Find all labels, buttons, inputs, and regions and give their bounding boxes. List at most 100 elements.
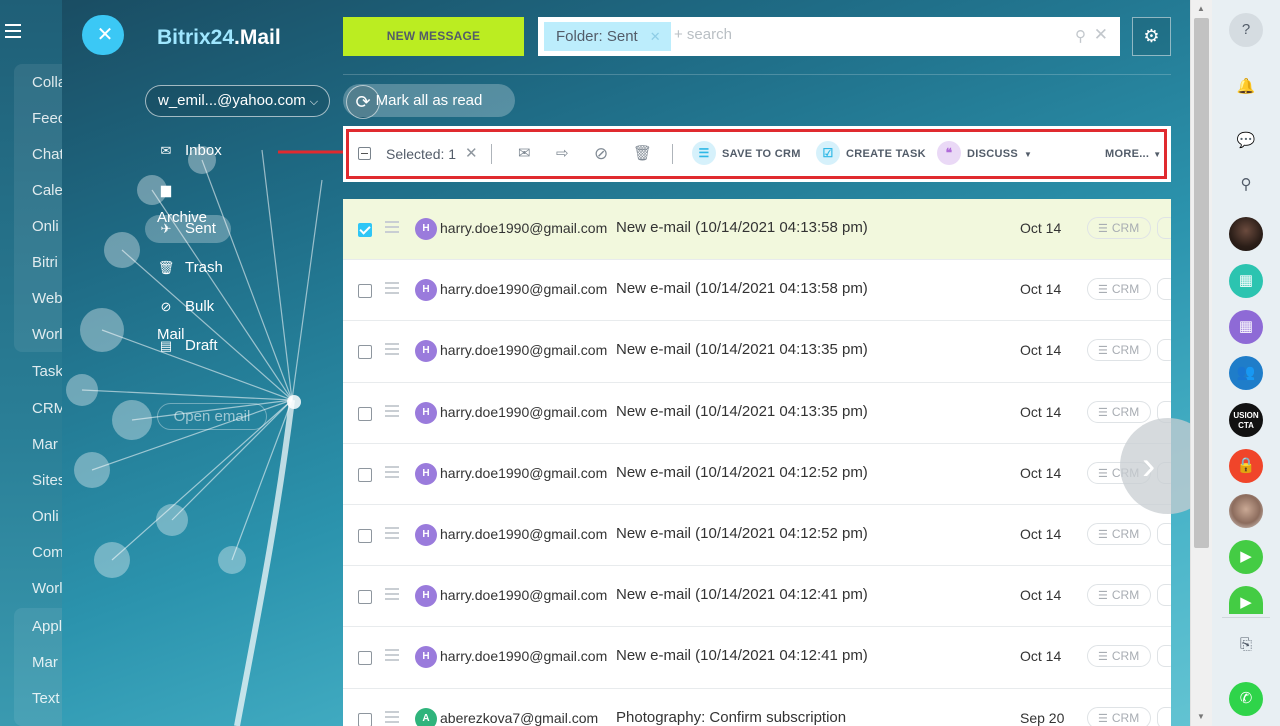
screen-share-button[interactable]: ⎘: [1229, 628, 1263, 662]
row-actions-button[interactable]: [1157, 645, 1171, 668]
folder-sent[interactable]: ✈ Sent: [145, 215, 231, 243]
background-nav-item[interactable]: Colla: [32, 74, 64, 91]
crm-button[interactable]: ☰CRM: [1087, 706, 1151, 726]
fusion-cta-avatar[interactable]: USION CTA: [1229, 403, 1263, 437]
row-actions-button[interactable]: [1157, 522, 1171, 545]
row-checkbox[interactable]: [358, 284, 372, 299]
message-row[interactable]: Hharry.doe1990@gmail.com New e-mail (10/1…: [343, 443, 1171, 505]
row-checkbox[interactable]: [358, 651, 372, 666]
search-input[interactable]: [674, 26, 1034, 43]
phone-button[interactable]: ✆: [1229, 682, 1263, 716]
drag-handle-icon[interactable]: [385, 343, 399, 358]
drag-handle-icon[interactable]: [385, 588, 399, 603]
message-subject[interactable]: New e-mail (10/14/2021 04:12:41 pm): [616, 586, 868, 603]
user-avatar[interactable]: [1229, 217, 1263, 251]
message-row[interactable]: Hharry.doe1990@gmail.com New e-mail (10/1…: [343, 321, 1171, 383]
drag-handle-icon[interactable]: [385, 404, 399, 420]
crm-button[interactable]: ☰CRM: [1087, 645, 1151, 668]
message-row[interactable]: Hharry.doe1990@gmail.com New e-mail (10/1…: [343, 260, 1171, 322]
crm-button[interactable]: ☰CRM: [1087, 217, 1151, 239]
search-button[interactable]: ⚲: [1229, 168, 1263, 202]
open-email-button[interactable]: Open email: [157, 403, 267, 430]
message-subject[interactable]: New e-mail (10/14/2021 04:12:41 pm): [616, 647, 868, 664]
drag-handle-icon[interactable]: [385, 649, 399, 664]
background-nav-item[interactable]: Feed: [32, 110, 64, 127]
messenger-button[interactable]: 💬: [1229, 124, 1263, 158]
background-nav-item[interactable]: Bitri: [32, 254, 58, 271]
row-checkbox[interactable]: [358, 467, 372, 482]
video-call-button[interactable]: ▶: [1229, 540, 1263, 574]
scrollbar[interactable]: ▲ ▼: [1190, 0, 1212, 726]
row-actions-button[interactable]: [1157, 217, 1171, 239]
background-nav-item[interactable]: Onli: [32, 218, 59, 235]
background-nav-item[interactable]: Sites: [32, 472, 64, 489]
help-button[interactable]: ?: [1229, 13, 1263, 47]
row-checkbox[interactable]: [358, 223, 372, 237]
message-subject[interactable]: Photography: Confirm subscription: [616, 709, 846, 726]
crm-button[interactable]: ☰CRM: [1087, 400, 1151, 423]
message-row[interactable]: Hharry.doe1990@gmail.com New e-mail (10/1…: [343, 627, 1171, 689]
mark-all-read-button[interactable]: Mark all as read: [343, 84, 515, 117]
user-avatar[interactable]: [1229, 494, 1263, 528]
folder-archive[interactable]: ▆Archive: [145, 176, 231, 226]
background-nav-item[interactable]: Web: [32, 290, 63, 307]
row-checkbox[interactable]: [358, 590, 372, 605]
background-nav-item[interactable]: Appl: [32, 618, 62, 635]
drag-handle-icon[interactable]: [385, 465, 399, 481]
scroll-up-arrow-icon[interactable]: ▲: [1197, 4, 1205, 13]
crm-button[interactable]: ☰CRM: [1087, 278, 1151, 301]
notifications-button[interactable]: 🔔: [1229, 70, 1263, 104]
drag-handle-icon[interactable]: [385, 526, 399, 542]
row-checkbox[interactable]: [358, 345, 372, 360]
folder-trash[interactable]: 🗑 Trash: [145, 254, 231, 282]
video-call-button[interactable]: ▶: [1229, 586, 1263, 614]
remove-filter-icon[interactable]: ✕: [650, 29, 661, 44]
folder-inbox[interactable]: ✉ Inbox: [145, 137, 231, 165]
drag-handle-icon[interactable]: [385, 710, 399, 726]
folder-draft[interactable]: ▤ Draft: [145, 332, 231, 360]
settings-button[interactable]: ⚙: [1132, 17, 1171, 56]
message-row[interactable]: Aaberezkova7@gmail.com Photography: Confi…: [343, 688, 1171, 726]
message-subject[interactable]: New e-mail (10/14/2021 04:12:52 pm): [616, 525, 868, 542]
message-row[interactable]: Hharry.doe1990@gmail.com New e-mail (10/1…: [343, 504, 1171, 567]
background-nav-item[interactable]: Cale: [32, 182, 63, 199]
message-row[interactable]: Hharry.doe1990@gmail.com New e-mail (10/1…: [343, 566, 1171, 628]
row-actions-button[interactable]: [1157, 584, 1171, 607]
row-actions-button[interactable]: [1157, 339, 1171, 362]
crm-button[interactable]: ☰CRM: [1087, 522, 1151, 545]
background-nav-item[interactable]: Com: [32, 544, 64, 561]
calendar-chat-button[interactable]: ▦: [1229, 264, 1263, 298]
message-row[interactable]: Hharry.doe1990@gmail.com New e-mail (10/1…: [343, 199, 1171, 261]
background-nav-item[interactable]: Text: [32, 690, 60, 707]
hamburger-icon[interactable]: [5, 24, 21, 38]
row-actions-button[interactable]: [1157, 706, 1171, 726]
background-nav-item[interactable]: Chat: [32, 146, 64, 163]
drag-handle-icon[interactable]: [385, 282, 399, 297]
clear-search-icon[interactable]: ✕: [1094, 25, 1108, 45]
crm-button[interactable]: ☰CRM: [1087, 339, 1151, 362]
background-nav-item[interactable]: Worl: [32, 580, 63, 597]
message-subject[interactable]: New e-mail (10/14/2021 04:13:35 pm): [616, 403, 868, 420]
message-row[interactable]: Hharry.doe1990@gmail.com New e-mail (10/1…: [343, 382, 1171, 444]
message-subject[interactable]: New e-mail (10/14/2021 04:13:58 pm): [616, 280, 868, 297]
locked-chat-button[interactable]: 🔒: [1229, 449, 1263, 483]
message-subject[interactable]: New e-mail (10/14/2021 04:12:52 pm): [616, 464, 868, 481]
group-chat-button[interactable]: 👥: [1229, 356, 1263, 390]
mailbox-selector[interactable]: w_emil...@yahoo.com ⌵: [145, 85, 330, 117]
folder-filter-chip[interactable]: Folder: Sent ✕: [544, 22, 671, 51]
scroll-down-arrow-icon[interactable]: ▼: [1197, 712, 1205, 721]
calendar-chat-button[interactable]: ▦: [1229, 310, 1263, 344]
message-subject[interactable]: New e-mail (10/14/2021 04:13:58 pm): [616, 219, 868, 236]
crm-button[interactable]: ☰CRM: [1087, 584, 1151, 607]
row-actions-button[interactable]: [1157, 278, 1171, 301]
search-bar[interactable]: Folder: Sent ✕ ⚲ ✕: [538, 17, 1120, 56]
drag-handle-icon[interactable]: [385, 221, 399, 236]
background-nav-item[interactable]: Worl: [32, 326, 63, 343]
new-message-button[interactable]: NEW MESSAGE: [343, 17, 524, 56]
row-checkbox[interactable]: [358, 528, 372, 543]
search-icon[interactable]: ⚲: [1075, 27, 1086, 45]
folder-bulk-mail[interactable]: ⊘ Bulk Mail: [145, 293, 231, 343]
message-subject[interactable]: New e-mail (10/14/2021 04:13:35 pm): [616, 341, 868, 358]
background-nav-item[interactable]: CRM: [32, 400, 64, 417]
scrollbar-thumb[interactable]: [1194, 18, 1209, 548]
